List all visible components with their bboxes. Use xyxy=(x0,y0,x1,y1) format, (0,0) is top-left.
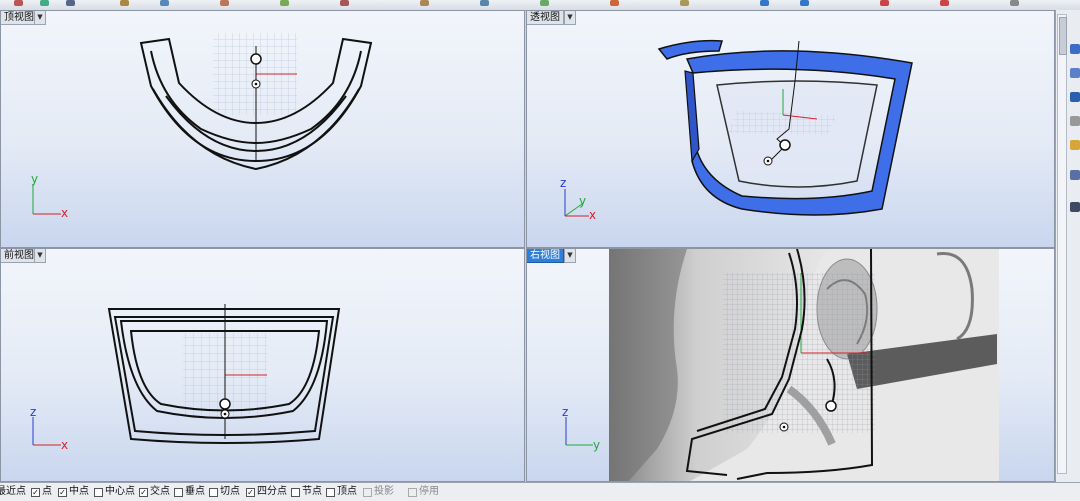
toolbar-icon[interactable] xyxy=(800,0,809,6)
scrollbar-thumb[interactable] xyxy=(1059,17,1067,55)
osnap-label: 最近点 xyxy=(0,486,26,497)
toolbar-icon[interactable] xyxy=(66,0,75,6)
osnap-checkbox[interactable]: ✓ xyxy=(139,487,148,497)
viewport-menu-caret-icon[interactable]: ▼ xyxy=(34,249,46,263)
osnap-checkbox[interactable] xyxy=(326,487,335,497)
toolbar-icon[interactable] xyxy=(420,0,429,6)
gumball-origin-dot xyxy=(766,159,770,163)
control-handle[interactable] xyxy=(219,398,231,410)
toolbar-icon[interactable] xyxy=(220,0,229,6)
osnap-checkbox[interactable] xyxy=(94,487,103,497)
osnap-label: 交点 xyxy=(150,486,170,497)
monitor-icon[interactable] xyxy=(1070,202,1080,212)
viewport-title-front[interactable]: 前视图 xyxy=(1,249,38,263)
osnap-checkbox[interactable] xyxy=(363,487,372,497)
axis-y-label: y xyxy=(579,194,586,208)
top-view-canvas[interactable]: y x xyxy=(1,11,525,248)
axis-z-label: z xyxy=(560,176,566,190)
osnap-checkbox[interactable] xyxy=(291,487,300,497)
toolbar-icon[interactable] xyxy=(280,0,289,6)
gumball-origin-dot xyxy=(254,82,258,86)
osnap-label: 四分点 xyxy=(257,486,287,497)
toolbar-icon[interactable] xyxy=(680,0,689,6)
gumball-origin-dot xyxy=(223,412,227,416)
toolbar-icon[interactable] xyxy=(760,0,769,6)
viewport-menu-caret-icon[interactable]: ▼ xyxy=(564,249,576,263)
axis-z-label: z xyxy=(562,405,568,419)
toolbar-icon[interactable] xyxy=(480,0,489,6)
viewport-menu-caret-icon[interactable]: ▼ xyxy=(564,11,576,25)
gumball-origin-dot xyxy=(782,425,786,429)
right-side-panel xyxy=(1055,10,1080,482)
axis-x-label: x xyxy=(589,208,596,222)
pencil-icon[interactable] xyxy=(1070,116,1080,126)
toolbar-icon[interactable] xyxy=(160,0,169,6)
viewport-perspective[interactable]: z y x 透视图 ▼ xyxy=(526,10,1055,248)
right-view-canvas[interactable]: z y xyxy=(527,249,1055,482)
osnap-label: 切点 xyxy=(220,486,240,497)
osnap-label: 停用 xyxy=(419,486,439,497)
front-view-canvas[interactable]: z x xyxy=(1,249,525,482)
osnap-checkbox[interactable] xyxy=(174,487,183,497)
viewport-menu-caret-icon[interactable]: ▼ xyxy=(34,11,46,25)
osnap-midpoint[interactable]: ✓ 中点 xyxy=(58,483,89,501)
visor-shield xyxy=(657,39,913,216)
toolbar-icon[interactable] xyxy=(340,0,349,6)
viewport-top[interactable]: y x 顶视图 ▼ xyxy=(0,10,525,248)
osnap-quadrant[interactable]: ✓ 四分点 xyxy=(246,483,287,501)
axis-z-label: z xyxy=(30,405,36,419)
toolbar-icon[interactable] xyxy=(14,0,23,6)
folder-icon[interactable] xyxy=(1070,140,1080,150)
viewport-title-right[interactable]: 右视图 xyxy=(527,249,564,263)
layers-icon[interactable] xyxy=(1070,68,1080,78)
osnap-label: 中心点 xyxy=(105,486,135,497)
toolbar-icon[interactable] xyxy=(880,0,889,6)
osnap-label: 点 xyxy=(42,486,52,497)
toolbar-icon[interactable] xyxy=(540,0,549,6)
osnap-bar: 最近点 ✓ 点 ✓ 中点 中心点 ✓ 交点 垂点 切点 ✓ 四分点 节点 顶点 … xyxy=(0,482,1080,501)
toolbar-icon[interactable] xyxy=(120,0,129,6)
osnap-label: 中点 xyxy=(69,486,89,497)
osnap-tangent[interactable]: 切点 xyxy=(209,483,240,501)
control-handle[interactable] xyxy=(779,139,791,151)
osnap-knot[interactable]: 节点 xyxy=(291,483,322,501)
toolbar-icon[interactable] xyxy=(940,0,949,6)
osnap-checkbox[interactable] xyxy=(209,487,218,497)
osnap-project[interactable]: 投影 xyxy=(363,483,394,501)
osnap-checkbox[interactable]: ✓ xyxy=(246,487,255,497)
axis-y-label: y xyxy=(593,438,600,452)
viewport-scrollbar[interactable] xyxy=(1057,14,1067,474)
osnap-vertex[interactable]: 顶点 xyxy=(326,483,357,501)
viewport-title-perspective[interactable]: 透视图 xyxy=(527,11,564,25)
osnap-label: 投影 xyxy=(374,486,394,497)
osnap-point[interactable]: ✓ 点 xyxy=(31,483,52,501)
control-handle[interactable] xyxy=(825,400,837,412)
osnap-label: 顶点 xyxy=(337,486,357,497)
axis-x-label: x xyxy=(61,206,68,220)
osnap-disable[interactable]: 停用 xyxy=(408,483,439,501)
axis-x-label: x xyxy=(61,438,68,452)
osnap-nearest[interactable]: 最近点 xyxy=(0,483,26,501)
rhino-window: y x 顶视图 ▼ z y x 透视图 ▼ z x 前视图 ▼ z y 右视图 … xyxy=(0,0,1080,501)
osnap-label: 垂点 xyxy=(185,486,205,497)
toolbar-icon[interactable] xyxy=(40,0,49,6)
osnap-perpendicular[interactable]: 垂点 xyxy=(174,483,205,501)
toolbar-icon[interactable] xyxy=(610,0,619,6)
perspective-canvas[interactable]: z y x xyxy=(527,11,1055,248)
axis-y-label: y xyxy=(31,172,38,186)
viewport-right[interactable]: z y 右视图 ▼ xyxy=(526,248,1055,482)
viewport-front[interactable]: z x 前视图 ▼ xyxy=(0,248,525,482)
object-properties-icon[interactable] xyxy=(1070,44,1080,54)
render-icon[interactable] xyxy=(1070,170,1080,180)
osnap-checkbox[interactable]: ✓ xyxy=(31,487,40,497)
osnap-label: 节点 xyxy=(302,486,322,497)
osnap-checkbox[interactable] xyxy=(408,487,417,497)
osnap-intersection[interactable]: ✓ 交点 xyxy=(139,483,170,501)
control-handle[interactable] xyxy=(250,53,262,65)
osnap-center[interactable]: 中心点 xyxy=(94,483,135,501)
display-icon[interactable] xyxy=(1070,92,1080,102)
viewport-title-top[interactable]: 顶视图 xyxy=(1,11,38,25)
toolbar-icon[interactable] xyxy=(1010,0,1019,6)
osnap-checkbox[interactable]: ✓ xyxy=(58,487,67,497)
